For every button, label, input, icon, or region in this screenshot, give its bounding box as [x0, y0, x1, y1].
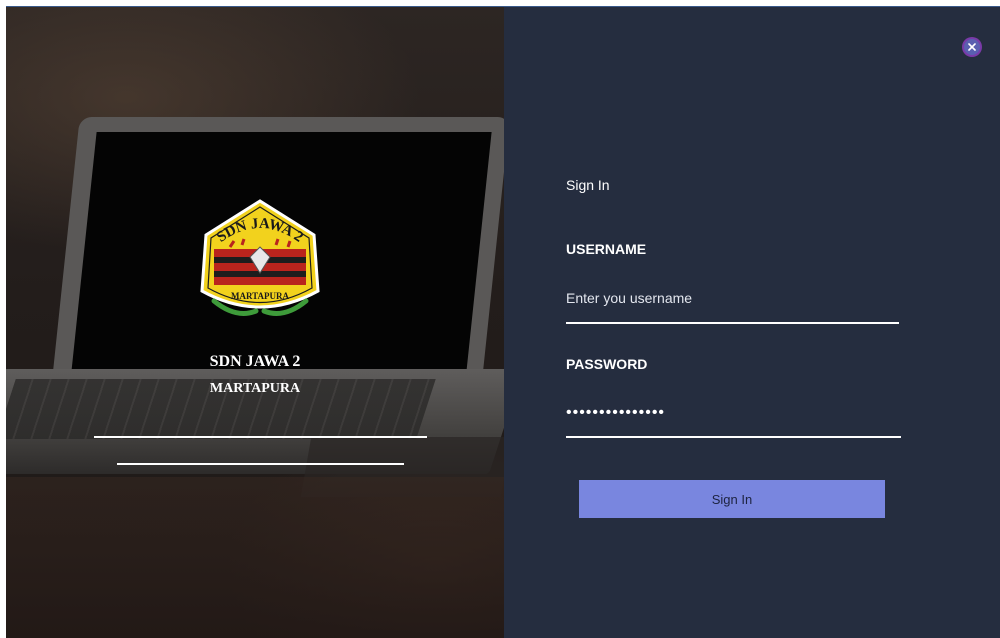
username-label: USERNAME: [566, 241, 647, 257]
school-city: MARTAPURA: [209, 381, 301, 396]
username-underline: [566, 322, 899, 324]
password-input[interactable]: [566, 400, 899, 426]
logo-bottom-text: MARTAPURA: [231, 291, 290, 301]
decorative-divider: [117, 463, 404, 465]
school-name: SDN JAWA 2: [209, 353, 301, 370]
background-photo-panel: SDN JAWA 2 MARTAPURA SDN JAWA 2 MARTAPUR…: [6, 7, 504, 638]
table-image: [6, 477, 504, 638]
sign-in-panel: Sign In USERNAME PASSWORD Sign In: [504, 7, 1000, 638]
password-label: PASSWORD: [566, 356, 648, 372]
username-input[interactable]: [566, 285, 899, 311]
decorative-divider: [94, 436, 427, 438]
school-logo: SDN JAWA 2 MARTAPURA: [200, 199, 320, 316]
sign-in-title: Sign In: [566, 177, 610, 193]
login-window: SDN JAWA 2 MARTAPURA SDN JAWA 2 MARTAPUR…: [6, 6, 1000, 638]
sign-in-button[interactable]: Sign In: [579, 480, 885, 518]
close-icon: [968, 43, 976, 51]
password-underline: [566, 436, 901, 438]
close-button[interactable]: [964, 39, 980, 55]
